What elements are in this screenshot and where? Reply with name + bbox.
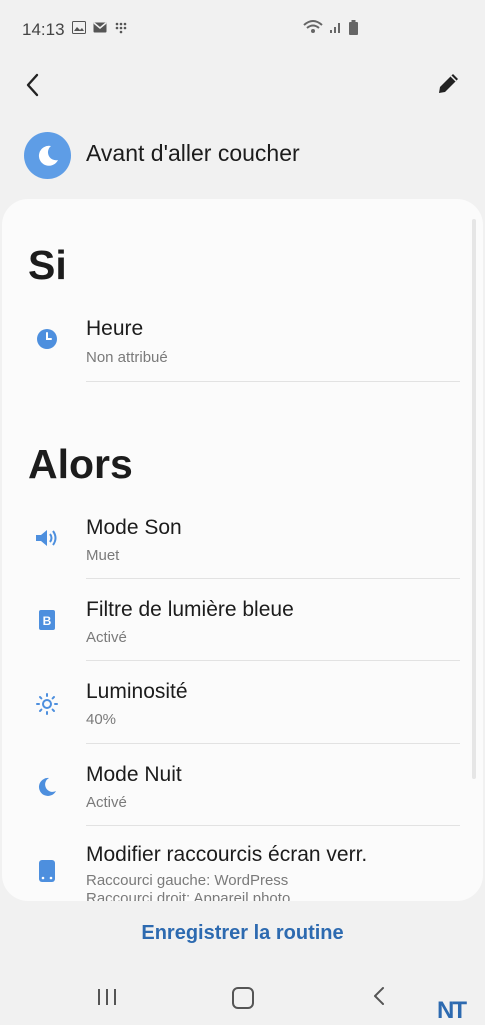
grid-icon: [115, 22, 127, 34]
if-section-title: Si: [28, 242, 67, 288]
navigation-bar: [0, 970, 485, 1024]
action-item-night-mode[interactable]: Mode Nuit Activé: [2, 752, 483, 832]
nav-back-button[interactable]: [370, 984, 388, 1013]
action-item-sound-mode[interactable]: Mode Son Muet: [2, 505, 483, 585]
moon-icon: [38, 145, 58, 166]
item-title: Heure: [86, 317, 144, 340]
divider: [86, 381, 460, 382]
phone-icon: [39, 860, 55, 882]
signal-icon: [330, 23, 340, 33]
blue-light-filter-icon: B: [39, 610, 55, 630]
nav-back-icon: [374, 987, 384, 1005]
item-title: Mode Nuit: [86, 763, 182, 786]
toolbar: [0, 60, 485, 110]
routine-icon: [24, 132, 71, 179]
save-routine-button[interactable]: Enregistrer la routine: [0, 922, 485, 945]
item-subtitle: Muet: [86, 547, 120, 564]
mail-icon: [93, 22, 107, 33]
svg-text:B: B: [43, 614, 52, 628]
item-subtitle: Activé: [86, 629, 127, 646]
condition-item-time[interactable]: Heure Non attribué: [2, 306, 483, 386]
item-title: Mode Son: [86, 516, 182, 539]
item-subtitle-2: Raccourci droit: Appareil photo: [86, 890, 291, 901]
divider: [86, 825, 460, 826]
action-item-blue-light-filter[interactable]: B Filtre de lumière bleue Activé: [2, 587, 483, 667]
recent-apps-button[interactable]: [96, 988, 118, 1011]
routine-card: Si Heure Non attribué Alors Mode Son Mue…: [2, 199, 483, 901]
routine-header: Avant d'aller coucher: [0, 130, 485, 180]
back-arrow-icon: [26, 73, 39, 97]
status-bar: 14:13: [0, 0, 485, 60]
brightness-icon: [36, 693, 58, 715]
gallery-icon: [72, 21, 86, 34]
action-item-brightness[interactable]: Luminosité 40%: [2, 669, 483, 749]
item-title: Luminosité: [86, 680, 188, 703]
status-time: 14:13: [22, 20, 65, 39]
item-subtitle: 40%: [86, 711, 117, 728]
divider: [86, 578, 460, 579]
item-subtitle: Non attribué: [86, 349, 168, 366]
divider: [86, 660, 460, 661]
battery-icon: [349, 19, 358, 35]
watermark-logo: NT: [437, 997, 467, 1024]
action-item-lock-screen-shortcuts[interactable]: Modifier raccourcis écran verr. Raccourc…: [2, 834, 483, 901]
item-title: Filtre de lumière bleue: [86, 598, 294, 621]
item-subtitle: Activé: [86, 794, 127, 811]
routine-title: Avant d'aller coucher: [86, 140, 300, 166]
item-title: Modifier raccourcis écran verr.: [86, 843, 368, 866]
pencil-icon: [439, 74, 458, 93]
home-button[interactable]: [232, 987, 254, 1009]
item-subtitle: Raccourci gauche: WordPress: [86, 872, 289, 889]
back-button[interactable]: [20, 70, 50, 100]
speaker-icon: [36, 530, 57, 546]
edit-button[interactable]: [433, 68, 463, 98]
divider: [86, 743, 460, 744]
wifi-icon: [303, 20, 323, 33]
recent-apps-icon: [98, 989, 116, 1005]
moon-icon: [38, 777, 56, 796]
then-section-title: Alors: [28, 441, 133, 487]
clock-icon: [37, 329, 57, 349]
